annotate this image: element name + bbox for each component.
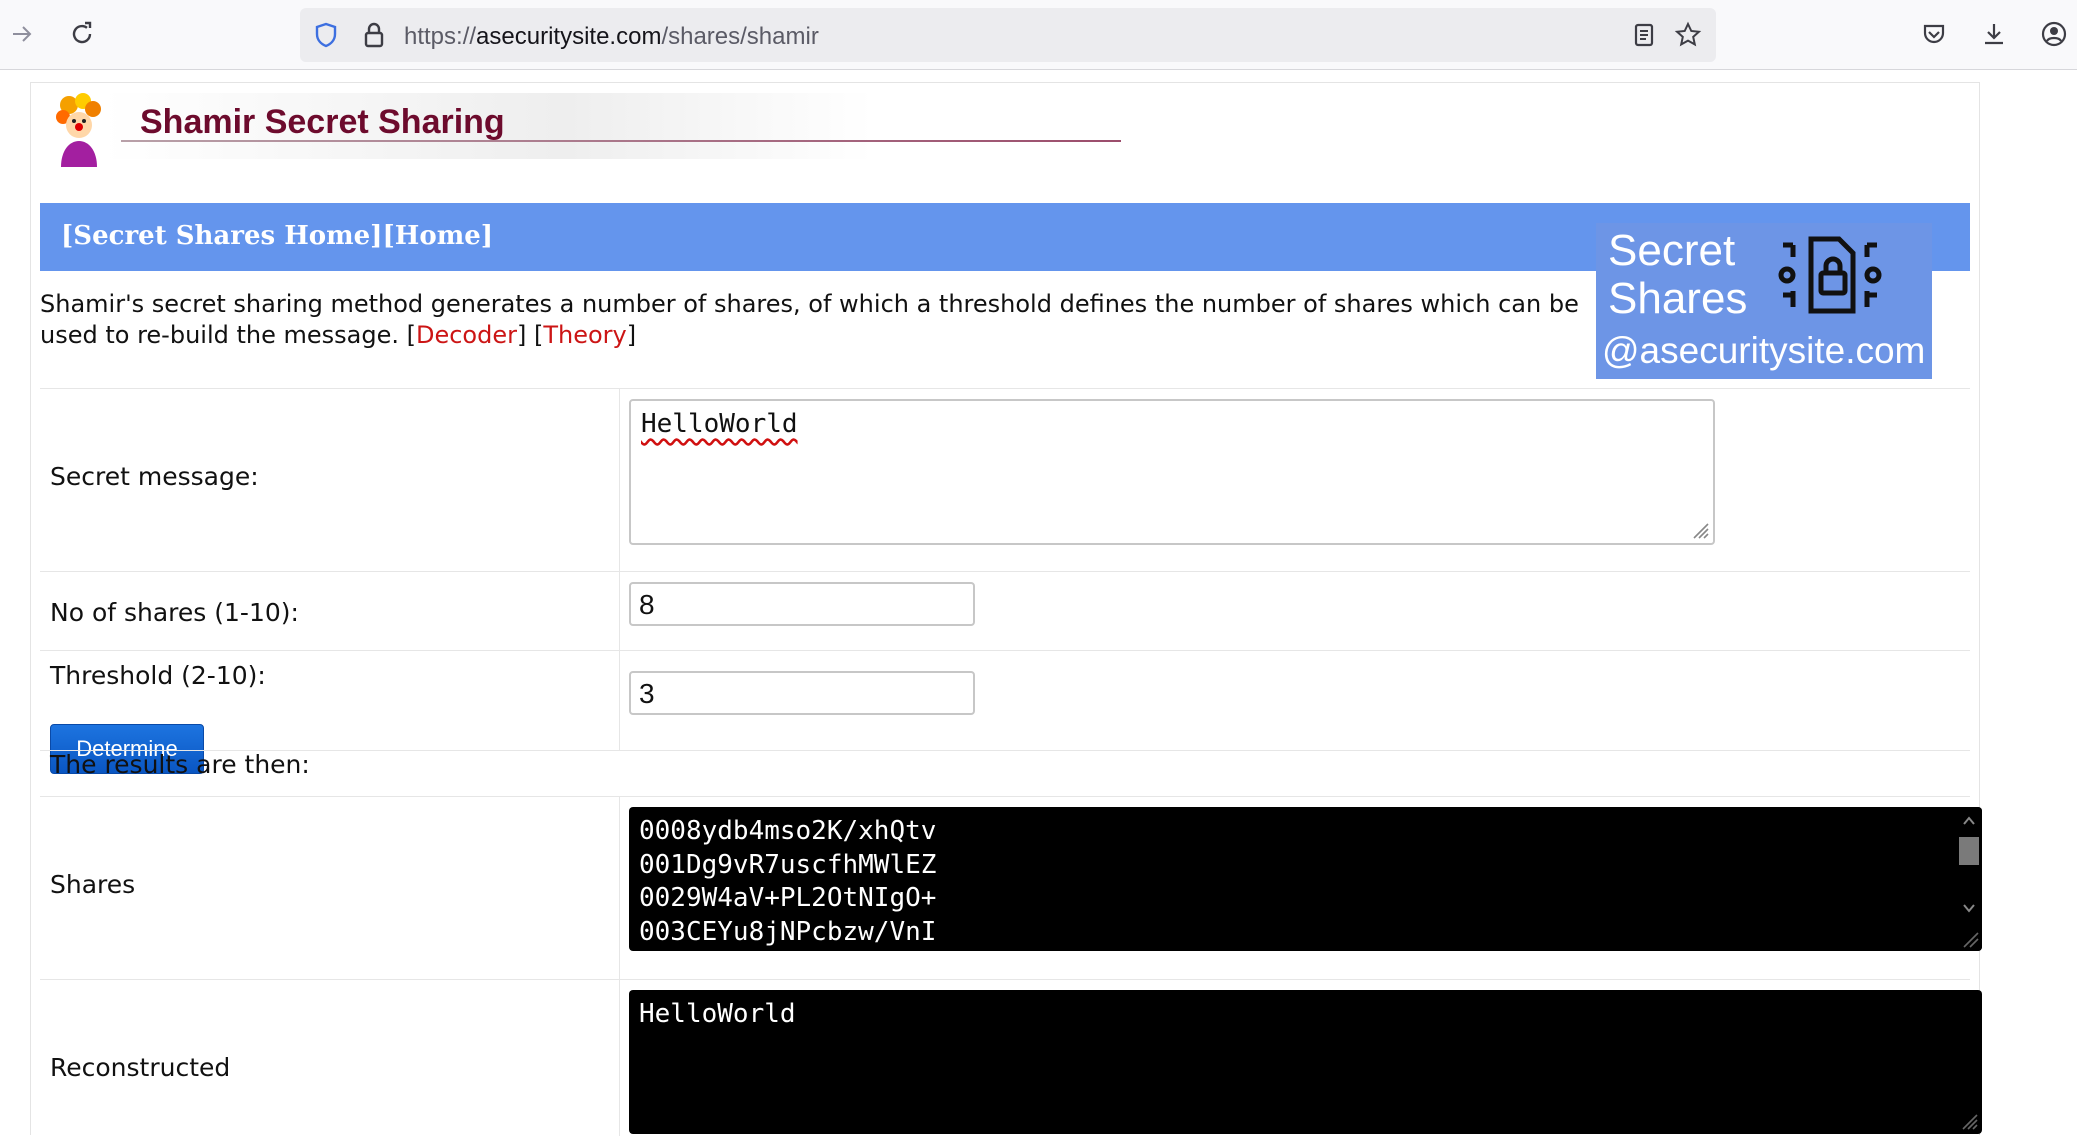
reconstructed-label: Reconstructed — [50, 1053, 231, 1082]
intro-text: Shamir's secret sharing method generates… — [40, 290, 1579, 349]
shares-output-textarea[interactable]: 0008ydb4mso2K/xhQtv 001Dg9vR7uscfhMWlEZ … — [629, 807, 1982, 951]
resize-handle-icon[interactable] — [1690, 520, 1710, 540]
resize-handle-icon — [1963, 932, 1979, 948]
secret-message-row: Secret message: HelloWorld — [40, 388, 1970, 571]
page-content: Shamir Secret Sharing [Secret Shares Hom… — [30, 82, 1982, 1136]
theory-link[interactable]: Theory — [543, 321, 626, 349]
reconstructed-value: HelloWorld — [639, 999, 796, 1029]
shares-output-row: Shares 0008ydb4mso2K/xhQtv 001Dg9vR7uscf… — [40, 796, 1982, 979]
scroll-down-icon — [1963, 904, 1975, 913]
threshold-label-cell: Threshold (2-10): Determine — [40, 651, 620, 774]
url-path: /shares/shamir — [661, 23, 819, 50]
secret-message-value: HelloWorld — [641, 409, 798, 439]
secret-message-label: Secret message: — [50, 462, 259, 491]
badge-title-line1: Secret — [1608, 226, 1736, 275]
share-line: 001Dg9vR7uscfhMWlEZ — [639, 849, 937, 880]
shares-output-label: Shares — [50, 870, 136, 899]
scroll-thumb — [1959, 837, 1979, 865]
decoder-link[interactable]: Decoder — [416, 321, 517, 349]
reconstructed-label-cell: Reconstructed — [40, 980, 620, 1136]
url-domain: asecuritysite.com — [476, 23, 662, 50]
pocket-icon[interactable] — [1914, 14, 1954, 54]
shares-count-label-cell: No of shares (1-10): — [40, 572, 620, 650]
url-bar[interactable]: https://asecuritysite.com/shares/shamir — [300, 8, 1716, 62]
reader-view-icon[interactable] — [1630, 21, 1658, 49]
reload-icon[interactable] — [62, 14, 102, 54]
forward-icon[interactable] — [2, 14, 42, 54]
site-logo-icon[interactable] — [49, 93, 107, 167]
shares-output-label-cell: Shares — [40, 797, 620, 979]
bookmark-star-icon[interactable] — [1674, 21, 1702, 49]
results-divider — [40, 750, 1970, 751]
url-scheme: https:// — [404, 23, 477, 50]
home-link[interactable]: [Home] — [382, 221, 493, 251]
page-title: Shamir Secret Sharing — [140, 103, 505, 141]
intro-paragraph: Shamir's secret sharing method generates… — [40, 290, 1579, 349]
share-line: 003CEYu8jNPcbzw/VnI — [639, 916, 937, 947]
secret-message-textarea[interactable]: HelloWorld — [629, 399, 1715, 545]
account-icon[interactable] — [2034, 14, 2074, 54]
secret-shares-badge: Secret Shares @asecuritysite.com — [1596, 223, 1932, 379]
threshold-input[interactable]: 3 — [629, 671, 975, 715]
tracking-shield-icon[interactable] — [312, 21, 340, 49]
shares-count-row: No of shares (1-10): 8 — [40, 571, 1970, 650]
shares-count-input[interactable]: 8 — [629, 582, 975, 626]
secret-message-label-cell: Secret message: — [40, 389, 620, 571]
download-icon[interactable] — [1974, 14, 2014, 54]
reconstructed-textarea[interactable]: HelloWorld — [629, 990, 1982, 1134]
scroll-up-icon — [1963, 816, 1975, 825]
lock-icon[interactable] — [360, 21, 388, 49]
share-line: 0029W4aV+PL2OtNIgO+ — [639, 883, 937, 913]
browser-toolbar: https://asecuritysite.com/shares/shamir — [0, 0, 2077, 70]
badge-subtitle: @asecuritysite.com — [1602, 330, 1926, 371]
badge-title-line2: Shares — [1608, 274, 1748, 323]
share-line: 0008ydb4mso2K/xhQtv — [639, 816, 937, 846]
shares-output-scrollbar[interactable] — [1956, 807, 1982, 951]
document-lock-icon — [1771, 233, 1889, 317]
threshold-label: Threshold (2-10): — [50, 661, 266, 690]
url-text[interactable]: https://asecuritysite.com/shares/shamir — [404, 23, 819, 51]
secret-shares-home-link[interactable]: [Secret Shares Home] — [61, 221, 382, 251]
reconstructed-row: Reconstructed HelloWorld — [40, 979, 1982, 1136]
shares-count-label: No of shares (1-10): — [50, 598, 299, 627]
resize-handle-icon[interactable] — [1959, 1111, 1979, 1131]
results-intro-text: The results are then: — [50, 750, 310, 779]
threshold-row: Threshold (2-10): Determine 3 — [40, 650, 1970, 774]
